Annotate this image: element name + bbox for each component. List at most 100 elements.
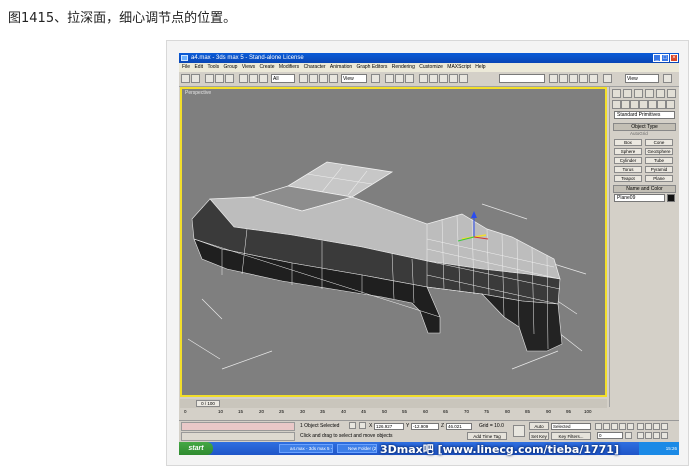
select-move-icon[interactable] <box>309 74 318 83</box>
teapot-render-icon[interactable] <box>663 74 672 83</box>
add-time-tag-button[interactable]: Add Time Tag <box>467 432 507 440</box>
field-of-view-icon[interactable] <box>637 432 644 439</box>
schematic-view-icon[interactable] <box>439 74 448 83</box>
tube-button[interactable]: Tube <box>645 157 673 164</box>
start-button[interactable]: start <box>179 442 213 455</box>
taskbar-item-folder[interactable]: New Folder (2) <box>337 444 377 453</box>
name-color-rollout[interactable]: Name and Color <box>613 185 676 193</box>
zoom-extents-icon[interactable] <box>653 423 660 430</box>
next-frame-icon[interactable] <box>619 423 626 430</box>
helpers-icon[interactable] <box>648 100 657 109</box>
render-icon[interactable] <box>603 74 612 83</box>
select-object-icon[interactable] <box>239 74 248 83</box>
lights-icon[interactable] <box>630 100 639 109</box>
time-slider-track[interactable]: 0 / 100 <box>180 399 607 408</box>
shapes-icon[interactable] <box>621 100 630 109</box>
named-selection-select[interactable] <box>499 74 545 83</box>
reference-coordinate-select[interactable]: View <box>341 74 367 83</box>
torus-button[interactable]: Torus <box>614 166 642 173</box>
taskbar-item-3dsmax[interactable]: a4.max - 3ds max 5 -... <box>279 444 333 453</box>
cylinder-button[interactable]: Cylinder <box>614 157 642 164</box>
arc-rotate-icon[interactable] <box>653 432 660 439</box>
render-view-select[interactable]: View <box>625 74 659 83</box>
key-filters-button[interactable]: Key Filters... <box>551 432 591 440</box>
geosphere-button[interactable]: GeoSphere <box>645 148 673 155</box>
menu-modifiers[interactable]: Modifiers <box>279 64 299 70</box>
goto-start-icon[interactable] <box>595 423 602 430</box>
goto-end-icon[interactable] <box>627 423 634 430</box>
systems-icon[interactable] <box>666 100 675 109</box>
minimize-button[interactable]: _ <box>653 54 661 62</box>
auto-key-button[interactable]: Auto Key <box>529 422 549 436</box>
previous-frame-icon[interactable] <box>603 423 610 430</box>
pyramid-button[interactable]: Pyramid <box>645 166 673 173</box>
current-frame-field[interactable]: 0 <box>597 432 623 439</box>
teapot-button[interactable]: Teapot <box>614 175 642 182</box>
bind-space-warp-icon[interactable] <box>225 74 234 83</box>
menu-group[interactable]: Group <box>224 64 238 70</box>
motion-tab-icon[interactable] <box>645 89 654 98</box>
set-key-button[interactable]: Set Key <box>529 432 549 440</box>
box-button[interactable]: Box <box>614 139 642 146</box>
lock-selection-icon[interactable] <box>349 422 356 429</box>
select-scale-icon[interactable] <box>329 74 338 83</box>
track-bar[interactable]: 0 10 15 20 25 30 35 40 45 50 55 60 65 70… <box>180 409 607 419</box>
key-mode-select[interactable]: Selected <box>551 423 591 430</box>
zoom-extents-all-icon[interactable] <box>661 423 668 430</box>
maxscript-output-mini[interactable] <box>181 432 295 441</box>
align-icon[interactable] <box>395 74 404 83</box>
pivot-center-icon[interactable] <box>371 74 380 83</box>
pan-icon[interactable] <box>645 432 652 439</box>
menu-graph-editors[interactable]: Graph Editors <box>357 64 388 70</box>
maximize-viewport-icon[interactable] <box>661 432 668 439</box>
perspective-viewport[interactable]: Perspective <box>180 87 607 397</box>
hierarchy-tab-icon[interactable] <box>634 89 643 98</box>
menu-create[interactable]: Create <box>259 64 274 70</box>
select-region-icon[interactable] <box>259 74 268 83</box>
geometry-icon[interactable] <box>612 100 621 109</box>
y-coordinate-field[interactable]: -12.909 <box>411 423 439 430</box>
modify-tab-icon[interactable] <box>623 89 632 98</box>
cameras-icon[interactable] <box>639 100 648 109</box>
plane-button[interactable]: Plane <box>645 175 673 182</box>
primitive-category-select[interactable]: Standard Primitives <box>614 111 675 119</box>
spacing-icon[interactable] <box>405 74 414 83</box>
render-type-icon[interactable] <box>559 74 568 83</box>
menu-tools[interactable]: Tools <box>207 64 219 70</box>
maxscript-listener-mini[interactable] <box>181 422 295 431</box>
undo-icon[interactable] <box>181 74 190 83</box>
create-tab-icon[interactable] <box>612 89 621 98</box>
material-editor-icon[interactable] <box>449 74 458 83</box>
menu-help[interactable]: Help <box>475 64 485 70</box>
sphere-button[interactable]: Sphere <box>614 148 642 155</box>
absolute-mode-icon[interactable] <box>359 422 366 429</box>
play-icon[interactable] <box>611 423 618 430</box>
menu-animation[interactable]: Animation <box>330 64 352 70</box>
display-tab-icon[interactable] <box>656 89 665 98</box>
key-icon[interactable] <box>513 425 525 437</box>
maximize-button[interactable]: □ <box>661 54 669 62</box>
environment-icon[interactable] <box>589 74 598 83</box>
menu-customize[interactable]: Customize <box>419 64 443 70</box>
object-name-field[interactable]: Plane09 <box>614 194 665 202</box>
zoom-all-icon[interactable] <box>645 423 652 430</box>
menu-edit[interactable]: Edit <box>194 64 203 70</box>
render-scene-icon[interactable] <box>459 74 468 83</box>
layers-icon[interactable] <box>419 74 428 83</box>
selection-filter-select[interactable]: All <box>271 74 295 83</box>
cone-button[interactable]: Cone <box>645 139 673 146</box>
time-slider[interactable]: 0 / 100 <box>196 400 220 407</box>
render-last-icon[interactable] <box>569 74 578 83</box>
menu-rendering[interactable]: Rendering <box>392 64 415 70</box>
select-and-link-icon[interactable] <box>299 74 308 83</box>
close-button[interactable]: × <box>670 54 678 62</box>
autogrid-checkbox[interactable]: AutoGrid <box>630 131 648 136</box>
object-color-swatch[interactable] <box>667 194 675 202</box>
object-type-rollout[interactable]: Object Type <box>613 123 676 131</box>
x-coordinate-field[interactable]: 126.927 <box>374 423 404 430</box>
zoom-icon[interactable] <box>637 423 644 430</box>
curve-editor-icon[interactable] <box>429 74 438 83</box>
quick-render-icon[interactable] <box>549 74 558 83</box>
z-coordinate-field[interactable]: 46.021 <box>446 423 472 430</box>
render-frame-icon[interactable] <box>579 74 588 83</box>
